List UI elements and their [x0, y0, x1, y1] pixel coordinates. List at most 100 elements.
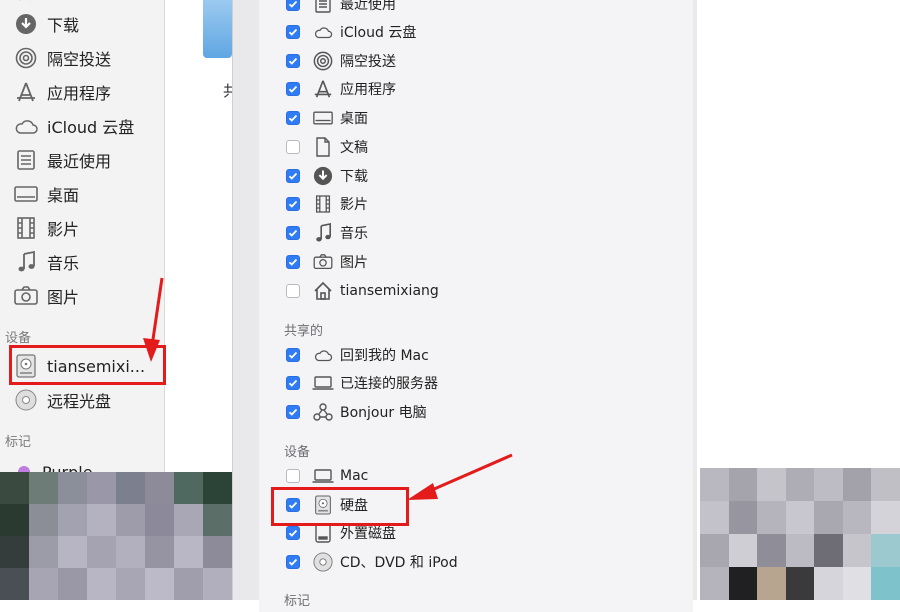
sidebar-item-music[interactable]: 音乐	[14, 247, 159, 277]
option-label: 回到我的 Mac	[340, 348, 429, 364]
folder-icon[interactable]	[203, 0, 232, 58]
applications-icon	[312, 78, 334, 100]
option-row-downloads[interactable]: 下载	[286, 163, 368, 189]
sidebar-item-label: 最近使用	[47, 152, 112, 171]
option-label: 下载	[340, 169, 368, 185]
section-header-devices: 设备	[284, 445, 311, 460]
option-label: 外置磁盘	[340, 526, 396, 542]
option-row-recents[interactable]: 最近使用	[286, 0, 396, 17]
sidebar-item-desktop[interactable]: 桌面	[14, 179, 159, 209]
sidebar-item-applications[interactable]: 应用程序	[14, 77, 159, 107]
option-row-applications[interactable]: 应用程序	[286, 76, 396, 102]
section-header-shared: 共享的	[284, 324, 324, 339]
pictures-icon	[312, 251, 334, 273]
option-row-pictures[interactable]: 图片	[286, 249, 368, 275]
checkbox[interactable]	[286, 111, 300, 125]
sidebar-item-label: 桌面	[47, 186, 80, 205]
sidebar-item-label: 下载	[47, 16, 80, 35]
sidebar-item-pictures[interactable]: 图片	[14, 281, 159, 311]
checkbox[interactable]	[286, 555, 300, 569]
checkbox[interactable]	[286, 82, 300, 96]
sidebar-item-label: 影片	[47, 220, 80, 239]
document-icon	[312, 136, 334, 158]
option-row-mac[interactable]: Mac	[286, 463, 368, 489]
option-label: 隔空投送	[340, 54, 396, 70]
option-row-home[interactable]: tiansemixiang	[286, 278, 439, 304]
option-label: 最近使用	[340, 0, 396, 13]
checkbox[interactable]	[286, 25, 300, 39]
cd-icon	[312, 551, 334, 573]
option-label: Mac	[340, 468, 369, 484]
bonjour-icon	[312, 401, 334, 423]
option-label: 音乐	[340, 226, 368, 242]
sidebar-item-remote-disc[interactable]: 远程光盘	[14, 385, 159, 415]
airdrop-icon	[312, 50, 334, 72]
download-icon	[312, 165, 334, 187]
checkbox[interactable]	[286, 284, 300, 298]
cloud-icon	[312, 344, 334, 366]
applications-icon	[14, 80, 38, 104]
option-row-back-to-my-mac[interactable]: 回到我的 Mac	[286, 342, 429, 368]
checkbox[interactable]	[286, 526, 300, 540]
option-label: 图片	[340, 255, 368, 271]
airdrop-icon	[14, 46, 38, 70]
pictures-icon	[14, 284, 38, 308]
checkbox[interactable]	[286, 140, 300, 154]
sidebar-item-label: 隔空投送	[47, 50, 112, 69]
option-row-icloud[interactable]: iCloud 云盘	[286, 19, 416, 45]
pixelated-image-left	[0, 472, 232, 600]
highlight-box-sidebar-disk	[9, 345, 166, 385]
home-icon	[312, 280, 334, 302]
recents-icon	[14, 148, 38, 172]
download-icon	[14, 12, 38, 36]
highlight-box-hard-disk-option	[271, 487, 409, 526]
option-row-cd-dvd-ipod[interactable]: CD、DVD 和 iPod	[286, 549, 458, 575]
sidebar-section-devices: 设备	[5, 331, 32, 346]
laptop-icon	[312, 372, 334, 394]
option-label: 影片	[340, 197, 368, 213]
sidebar-item-icloud[interactable]: iCloud 云盘	[14, 111, 159, 141]
checkbox[interactable]	[286, 376, 300, 390]
option-row-documents[interactable]: 文稿	[286, 134, 368, 160]
checkbox[interactable]	[286, 348, 300, 362]
checkbox[interactable]	[286, 197, 300, 211]
sidebar-section-tags: 标记	[5, 435, 32, 450]
option-row-connected-servers[interactable]: 已连接的服务器	[286, 370, 438, 396]
option-row-music[interactable]: 音乐	[286, 220, 368, 246]
option-label: CD、DVD 和 iPod	[340, 555, 458, 571]
music-icon	[14, 250, 38, 274]
music-icon	[312, 222, 334, 244]
checkbox[interactable]	[286, 255, 300, 269]
option-row-movies[interactable]: 影片	[286, 191, 368, 217]
option-row-airdrop[interactable]: 隔空投送	[286, 48, 396, 74]
option-label: tiansemixiang	[340, 283, 439, 299]
sidebar-item-label: 音乐	[47, 254, 80, 273]
checkbox[interactable]	[286, 405, 300, 419]
checkbox[interactable]	[286, 54, 300, 68]
remote-disc-icon	[14, 388, 38, 412]
sidebar-item-recents[interactable]: 最近使用	[14, 145, 159, 175]
pixelated-image-right	[700, 468, 900, 600]
option-label: 桌面	[340, 111, 368, 127]
checkbox[interactable]	[286, 169, 300, 183]
option-label: 文稿	[340, 140, 368, 156]
cloud-icon	[312, 21, 334, 43]
sidebar-item-partial[interactable]: 下载	[14, 0, 159, 4]
checkbox[interactable]	[286, 226, 300, 240]
option-row-bonjour[interactable]: Bonjour 电脑	[286, 399, 427, 425]
sidebar-item-label: 下载	[14, 0, 38, 3]
checkbox[interactable]	[286, 469, 300, 483]
option-label: 已连接的服务器	[340, 376, 438, 392]
sidebar-item-label: iCloud 云盘	[47, 118, 135, 137]
checkbox[interactable]	[286, 0, 300, 11]
option-row-desktop[interactable]: 桌面	[286, 105, 368, 131]
cloud-icon	[14, 114, 38, 138]
desktop-icon	[14, 182, 38, 206]
sidebar-item-label: 远程光盘	[47, 392, 112, 411]
sidebar-item-movies[interactable]: 影片	[14, 213, 159, 243]
sidebar-item-downloads[interactable]: 下载	[14, 9, 159, 39]
option-label: iCloud 云盘	[340, 25, 417, 41]
laptop-icon	[312, 465, 334, 487]
sidebar-item-airdrop[interactable]: 隔空投送	[14, 43, 159, 73]
recents-icon	[312, 0, 334, 15]
